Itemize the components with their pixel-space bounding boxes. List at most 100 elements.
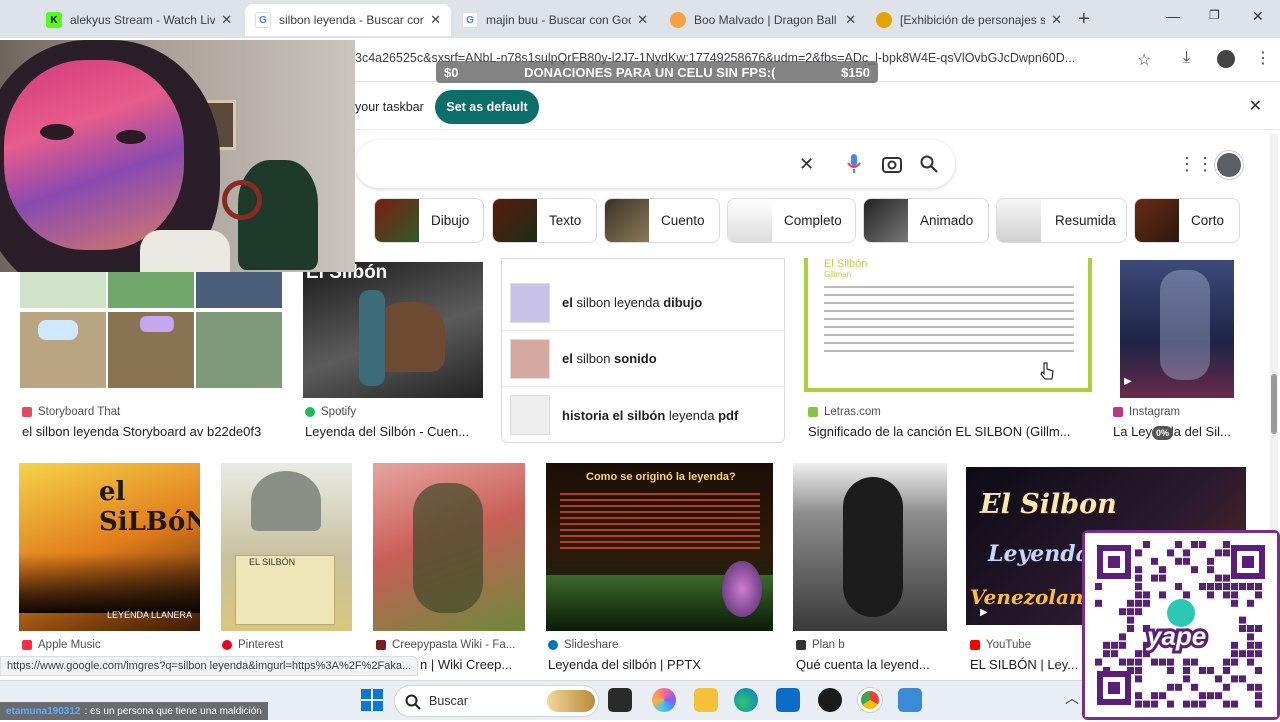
edge-icon[interactable]: [734, 688, 758, 712]
qr-module: [1255, 650, 1262, 658]
chip-corto[interactable]: Corto: [1134, 198, 1240, 243]
qr-module: [1215, 583, 1222, 590]
chat-text: : es un persona que tiene una maldición: [84, 705, 262, 717]
tab-boo-malvado[interactable]: Boo Malvado | Dragon Ball W ✕: [660, 4, 866, 36]
chip-label: Corto: [1191, 213, 1225, 228]
infobar-close-icon[interactable]: ✕: [1249, 96, 1262, 116]
qr-module: [1103, 650, 1110, 658]
suggestion-item[interactable]: el silbon sonido: [502, 331, 786, 387]
menu-dots-icon[interactable]: ⋮: [1255, 48, 1271, 68]
qr-module: [1135, 566, 1142, 574]
download-icon[interactable]: ⤓: [1183, 49, 1190, 67]
google-icon: G: [462, 12, 478, 28]
bookmark-star-icon[interactable]: ☆: [1137, 50, 1151, 70]
result-source[interactable]: YouTube: [970, 639, 1031, 651]
suggestion-item[interactable]: historia el silbón leyenda pdf: [502, 387, 786, 443]
qr-module: [1199, 667, 1206, 674]
result-image-slideshare[interactable]: Como se originó la leyenda?: [546, 463, 773, 631]
result-source[interactable]: Spotify: [305, 406, 356, 418]
window-close-icon[interactable]: ✕: [1252, 8, 1264, 25]
qr-module: [1223, 700, 1230, 708]
tab-title: [Exhibición de personajes se: [900, 13, 1046, 27]
chip-completo[interactable]: Completo: [727, 198, 856, 243]
result-source[interactable]: Pinterest: [222, 639, 283, 651]
tab-majin-buu-search[interactable]: G majin buu - Buscar con Googl ✕: [452, 4, 658, 36]
result-image-letras[interactable]: El Silbón Gillman: [804, 258, 1092, 392]
result-image-instagram[interactable]: ▶: [1120, 260, 1234, 398]
qr-module: [1231, 591, 1238, 599]
close-icon[interactable]: ✕: [1051, 12, 1062, 28]
close-icon[interactable]: ✕: [637, 12, 648, 28]
qr-module: [1239, 583, 1246, 590]
tab-title: alekyus Stream - Watch Live: [70, 13, 216, 27]
result-source[interactable]: Slideshare: [548, 639, 618, 651]
qr-module: [1095, 583, 1102, 590]
image-title: El Silbon: [980, 489, 1117, 520]
search-box[interactable]: ✕: [355, 140, 955, 188]
result-image-apple-music[interactable]: el SiLBóN LEYENDA LLANERA: [19, 463, 200, 631]
qr-module: [1223, 683, 1230, 691]
result-title[interactable]: Significado de la canción EL SILBON (Gil…: [808, 424, 1093, 439]
chip-dibujo[interactable]: Dibujo: [374, 198, 484, 243]
result-title[interactable]: el silbon leyenda Storyboard av b22de0f3: [22, 424, 287, 439]
microphone-icon[interactable]: [847, 153, 861, 175]
qr-module: [1151, 692, 1158, 700]
chip-cuento[interactable]: Cuento: [604, 198, 720, 243]
close-icon[interactable]: ✕: [845, 12, 856, 28]
search-icon[interactable]: [920, 155, 938, 173]
result-title[interactable]: La Leyenda del Sil...: [1113, 424, 1263, 439]
result-title[interactable]: EL SILBÓN | Ley...: [970, 657, 1078, 672]
result-source[interactable]: Apple Music: [22, 639, 101, 651]
chip-texto[interactable]: Texto: [492, 198, 597, 243]
task-view-icon[interactable]: [608, 688, 632, 712]
suggestion-label: historia el silbón leyenda pdf: [562, 407, 739, 423]
result-title[interactable]: n | Wiki Creep...: [420, 657, 530, 672]
result-source[interactable]: Storyboard That: [22, 406, 120, 418]
result-image-storyboard[interactable]: [20, 262, 282, 398]
taskbar-search[interactable]: Buscar: [394, 685, 599, 717]
result-source[interactable]: Letras.com: [808, 406, 881, 418]
windows-start-icon[interactable]: [361, 689, 383, 711]
profile-icon[interactable]: [1217, 50, 1235, 68]
copilot-icon[interactable]: [652, 688, 676, 712]
chip-animado[interactable]: Animado: [863, 198, 989, 243]
tray-chevron-icon[interactable]: ︿: [1065, 688, 1079, 708]
webcam-overlay: [0, 40, 355, 272]
new-tab-button[interactable]: +: [1078, 8, 1090, 31]
chrome-icon[interactable]: [858, 688, 882, 712]
page-scrollbar-thumb[interactable]: [1271, 374, 1277, 434]
minimize-icon[interactable]: —: [1166, 8, 1180, 24]
account-avatar[interactable]: [1215, 151, 1243, 179]
result-image-pinterest[interactable]: EL SILBÓN: [221, 463, 352, 631]
close-icon[interactable]: ✕: [221, 12, 232, 28]
close-icon[interactable]: ✕: [430, 12, 441, 28]
result-title[interactable]: Qué cuenta la leyend...: [796, 657, 946, 672]
qr-module: [1223, 658, 1230, 666]
tab-silbon-search[interactable]: G silbon leyenda - Buscar con G ✕: [245, 4, 451, 36]
file-explorer-icon[interactable]: [694, 688, 718, 712]
set-as-default-button[interactable]: Set as default: [435, 90, 539, 124]
result-title[interactable]: Leyenda del Silbón - Cuen...: [305, 424, 485, 439]
chip-resumida[interactable]: Resumida: [996, 198, 1127, 243]
tab-exhibicion[interactable]: [Exhibición de personajes se ✕: [866, 4, 1072, 36]
suggestion-item[interactable]: el silbon leyenda dibujo: [502, 275, 786, 331]
result-image-plan-b[interactable]: [793, 463, 947, 631]
clear-search-icon[interactable]: ✕: [799, 154, 814, 175]
outlook-icon[interactable]: [776, 688, 800, 712]
suggestion-thumbnail: [510, 338, 550, 379]
result-image-creepypasta[interactable]: [373, 463, 525, 631]
result-source[interactable]: Creepypasta Wiki - Fa...: [376, 639, 515, 651]
qr-module: [1191, 541, 1198, 548]
restore-icon[interactable]: ❐: [1209, 8, 1220, 22]
result-source[interactable]: Plan b: [796, 639, 845, 651]
app-icon[interactable]: [818, 688, 842, 712]
lens-icon[interactable]: [882, 155, 902, 173]
chip-label: Texto: [549, 213, 582, 228]
paint-icon[interactable]: [898, 688, 922, 712]
result-image-spotify[interactable]: El Silbón: [303, 262, 483, 398]
qr-module: [1231, 583, 1238, 590]
result-source[interactable]: Instagram: [1113, 406, 1180, 418]
google-apps-icon[interactable]: ⋮⋮: [1178, 154, 1214, 175]
tab-kick-stream[interactable]: K alekyus Stream - Watch Live ✕: [36, 4, 242, 36]
result-title[interactable]: Leyenda del silbón | PPTX: [548, 657, 768, 672]
